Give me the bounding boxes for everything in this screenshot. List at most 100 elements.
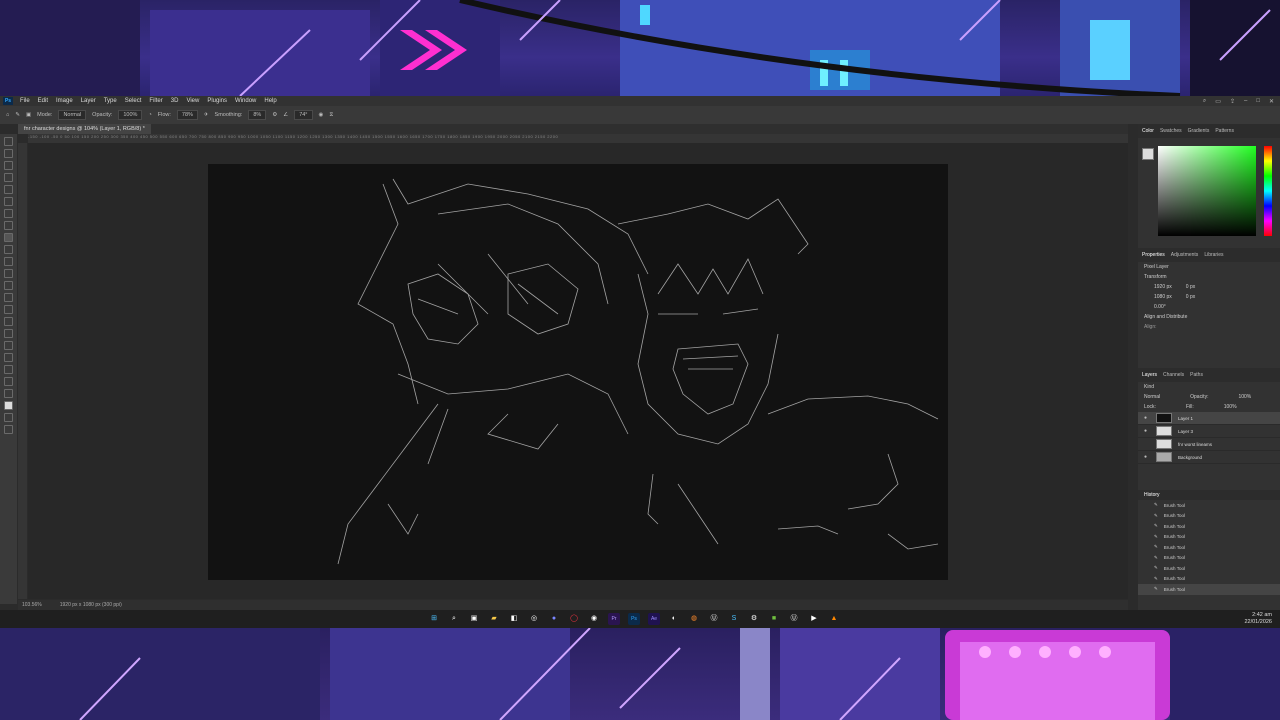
app-s-icon[interactable]: S (728, 613, 740, 625)
tab-channels[interactable]: Channels (1163, 372, 1184, 378)
transform-heading[interactable]: Transform (1138, 272, 1280, 282)
pressure-size-icon[interactable]: ◉ (319, 112, 324, 118)
align-heading[interactable]: Align and Distribute (1138, 312, 1280, 322)
shape-tool-icon[interactable] (4, 353, 13, 362)
menu-plugins[interactable]: Plugins (203, 98, 231, 104)
smoothing-input[interactable]: 8% (248, 110, 267, 120)
menu-filter[interactable]: Filter (145, 98, 166, 104)
fill-input[interactable]: 100% (1224, 404, 1237, 410)
brush-preset-icon[interactable]: ✎ (15, 112, 20, 118)
app-u-icon[interactable]: Ⓤ (788, 613, 800, 625)
tab-patterns[interactable]: Patterns (1215, 128, 1234, 134)
obs-icon[interactable]: ◐ (668, 613, 680, 625)
stamp-tool-icon[interactable] (4, 245, 13, 254)
history-item[interactable]: ✎ Brush Tool (1138, 584, 1280, 595)
tab-layers[interactable]: Layers (1142, 372, 1157, 378)
history-item[interactable]: ✎ Brush Tool (1138, 553, 1280, 564)
layer-row[interactable]: fnr worst lineams (1138, 438, 1280, 451)
close-icon[interactable]: ✕ (1269, 98, 1274, 105)
flow-input[interactable]: 78% (176, 110, 198, 120)
document-tab[interactable]: fnr character designs @ 104% (Layer 1, R… (18, 124, 151, 134)
zoom-tool-icon[interactable] (4, 377, 13, 386)
menu-image[interactable]: Image (52, 98, 77, 104)
opera-icon[interactable]: ◯ (568, 613, 580, 625)
crop-tool-icon[interactable] (4, 185, 13, 194)
airbrush-icon[interactable]: ✈ (204, 112, 209, 118)
pen-tool-icon[interactable] (4, 317, 13, 326)
blend-mode-select[interactable]: Normal (1144, 394, 1160, 400)
history-brush-tool-icon[interactable] (4, 257, 13, 266)
history-item[interactable]: ✎ Brush Tool (1138, 542, 1280, 553)
blender-icon[interactable]: ◍ (688, 613, 700, 625)
menu-select[interactable]: Select (121, 98, 146, 104)
frame-tool-icon[interactable] (4, 197, 13, 206)
tab-paths[interactable]: Paths (1190, 372, 1203, 378)
premiere-icon[interactable]: Pr (608, 613, 620, 625)
tab-swatches[interactable]: Swatches (1160, 128, 1182, 134)
move-tool-icon[interactable] (4, 137, 13, 146)
eye-icon[interactable]: ● (1144, 415, 1150, 421)
home-icon[interactable]: ⌂ (6, 112, 9, 118)
brush-tool-icon[interactable] (4, 233, 13, 242)
foreground-color-swatch[interactable] (4, 401, 13, 410)
document-canvas[interactable] (208, 164, 948, 580)
layer-filter-kind[interactable]: Kind (1138, 382, 1280, 392)
marquee-tool-icon[interactable] (4, 149, 13, 158)
history-heading[interactable]: History (1138, 490, 1280, 500)
minimize-icon[interactable]: – (1244, 98, 1247, 105)
menu-help[interactable]: Help (260, 98, 280, 104)
hand-tool-icon[interactable] (4, 365, 13, 374)
width-field[interactable]: 1920 px (1154, 284, 1172, 290)
hue-slider[interactable] (1264, 146, 1272, 236)
menu-layer[interactable]: Layer (77, 98, 100, 104)
history-item[interactable]: ✎ Brush Tool (1138, 511, 1280, 522)
maximize-icon[interactable]: □ (1256, 98, 1260, 105)
layer-row[interactable]: ● Layer 1 (1138, 412, 1280, 425)
mode-select[interactable]: Normal (58, 110, 87, 120)
path-select-tool-icon[interactable] (4, 341, 13, 350)
symmetry-icon[interactable]: ⧖ (329, 112, 333, 119)
eyedropper-tool-icon[interactable] (4, 209, 13, 218)
history-item[interactable]: ✎ Brush Tool (1138, 521, 1280, 532)
tab-libraries[interactable]: Libraries (1204, 252, 1223, 258)
after-effects-icon[interactable]: Ae (648, 613, 660, 625)
blur-tool-icon[interactable] (4, 293, 13, 302)
search-icon[interactable]: ⌕ (1203, 98, 1206, 105)
type-tool-icon[interactable] (4, 329, 13, 338)
history-item[interactable]: ✎ Brush Tool (1138, 563, 1280, 574)
chrome-icon[interactable]: ◉ (588, 613, 600, 625)
tab-gradients[interactable]: Gradients (1188, 128, 1210, 134)
healing-tool-icon[interactable] (4, 221, 13, 230)
discord-icon[interactable]: ● (548, 613, 560, 625)
quick-select-tool-icon[interactable] (4, 173, 13, 182)
media-player-icon[interactable]: ▶ (808, 613, 820, 625)
gear-icon[interactable]: ⚙ (272, 112, 277, 118)
more-tools-icon[interactable] (4, 389, 13, 398)
vlc-icon[interactable]: ▲ (828, 613, 840, 625)
color-picker-field[interactable] (1158, 146, 1256, 236)
taskbar-clock[interactable]: 2:42 am 22/01/2026 (1244, 612, 1272, 626)
dodge-tool-icon[interactable] (4, 305, 13, 314)
steam-icon[interactable]: ◎ (528, 613, 540, 625)
lasso-tool-icon[interactable] (4, 161, 13, 170)
foreground-swatch[interactable] (1142, 148, 1154, 160)
search-icon[interactable]: ⌕ (448, 613, 460, 625)
y-field[interactable]: 0 px (1186, 294, 1195, 300)
start-icon[interactable]: ⊞ (428, 613, 440, 625)
zoom-level[interactable]: 103.56% (22, 602, 42, 608)
layer-row[interactable]: ● Layer 3 (1138, 425, 1280, 438)
task-view-icon[interactable]: ▣ (468, 613, 480, 625)
menu-window[interactable]: Window (231, 98, 260, 104)
gradient-tool-icon[interactable] (4, 281, 13, 290)
eraser-tool-icon[interactable] (4, 269, 13, 278)
menu-edit[interactable]: Edit (34, 98, 52, 104)
angle-field[interactable]: 0.00° (1138, 302, 1280, 312)
menu-file[interactable]: File (16, 98, 34, 104)
workspace-icon[interactable]: ▭ (1215, 98, 1221, 105)
angle-input[interactable]: 74° (294, 110, 313, 120)
menu-3d[interactable]: 3D (167, 98, 183, 104)
store-icon[interactable]: ◧ (508, 613, 520, 625)
height-field[interactable]: 1080 px (1154, 294, 1172, 300)
eye-icon[interactable]: ● (1144, 454, 1150, 460)
share-icon[interactable]: ⇪ (1230, 98, 1235, 105)
